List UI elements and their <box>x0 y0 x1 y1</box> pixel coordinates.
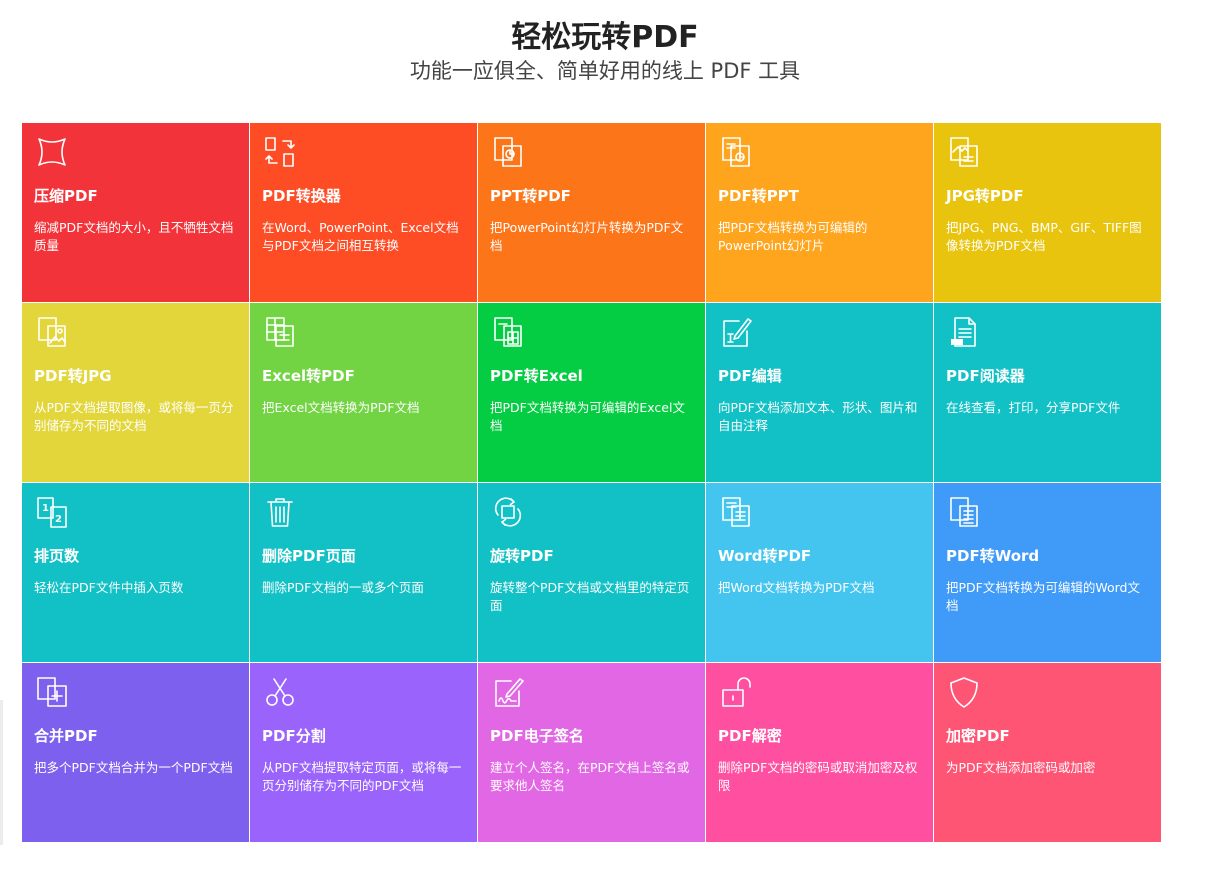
tool-card[interactable]: PDF分割从PDF文档提取特定页面，或将每一页分别储存为不同的PDF文档 <box>250 663 477 842</box>
pdf-image-icon <box>35 315 69 349</box>
tool-title: PDF分割 <box>262 727 326 745</box>
pdf-word-icon <box>947 495 981 529</box>
tool-title: 旋转PDF <box>490 547 554 565</box>
unlock-icon <box>719 675 753 709</box>
tool-card[interactable]: PDF阅读器在线查看，打印，分享PDF文件 <box>934 303 1161 482</box>
tool-description: 把PDF文档转换为可编辑的Word文档 <box>946 580 1140 613</box>
tool-description: 缩减PDF文档的大小，且不牺牲文档质量 <box>34 220 234 253</box>
tool-title: PDF解密 <box>718 727 782 745</box>
tool-title: 合并PDF <box>34 727 98 745</box>
tool-title: PDF转JPG <box>34 367 112 385</box>
tool-description: 把Word文档转换为PDF文档 <box>718 580 875 595</box>
compress-icon <box>35 135 69 169</box>
trash-icon <box>263 495 297 529</box>
tool-title: 加密PDF <box>946 727 1010 745</box>
tool-description: 从PDF文档提取特定页面，或将每一页分别储存为不同的PDF文档 <box>262 760 462 793</box>
ppt-icon <box>491 135 525 169</box>
page-title: 轻松玩转PDF <box>511 20 699 55</box>
tool-title: JPG转PDF <box>946 187 1024 205</box>
pdf-ppt-icon <box>719 135 753 169</box>
excel-icon <box>263 315 297 349</box>
tool-title: 删除PDF页面 <box>262 547 356 565</box>
tool-description: 删除PDF文档的一或多个页面 <box>262 580 424 595</box>
shield-icon <box>947 675 981 709</box>
tool-description: 在线查看，打印，分享PDF文件 <box>946 400 1121 415</box>
tool-grid: 压缩PDF 缩减PDF文档的大小，且不牺牲文档质量 PDF转换器在Word、Powe… <box>22 123 1161 842</box>
tool-description: 为PDF文档添加密码或加密 <box>946 760 1096 775</box>
merge-icon <box>35 675 69 709</box>
tool-description: 把PDF文档转换为可编辑的Excel文档 <box>490 400 685 433</box>
tool-title: Word转PDF <box>718 547 812 565</box>
tool-description: 建立个人签名，在PDF文档上签名或要求他人签名 <box>490 760 690 793</box>
tool-description: 轻松在PDF文件中插入页数 <box>34 580 184 595</box>
signature-icon <box>491 675 525 709</box>
word-icon <box>719 495 753 529</box>
tool-card[interactable]: PDF转JPG 从PDF文档提取图像，或将每一页分别储存为不同的文档 <box>22 303 249 482</box>
tool-description: 从PDF文档提取图像，或将每一页分别储存为不同的文档 <box>34 400 234 433</box>
tool-description: 把PowerPoint幻灯片转换为PDF文档 <box>490 220 684 253</box>
tool-card[interactable]: PDF转Excel 把PDF文档转换为可编辑的Excel文档 <box>478 303 705 482</box>
pdf-excel-icon <box>491 315 525 349</box>
svg-text:1: 1 <box>42 503 49 514</box>
tool-card[interactable]: PDF解密删除PDF文档的密码或取消加密及权限 <box>706 663 933 842</box>
reader-icon <box>947 315 981 349</box>
tool-card[interactable]: 加密PDF 为PDF文档添加密码或加密 <box>934 663 1161 842</box>
tool-title: 压缩PDF <box>34 187 98 205</box>
page-subtitle: 功能一应俱全、简单好用的线上 PDF 工具 <box>409 59 801 83</box>
tool-description: 删除PDF文档的密码或取消加密及权限 <box>718 760 918 793</box>
tool-title: PPT转PDF <box>490 187 571 205</box>
tool-description: 在Word、PowerPoint、Excel文档与PDF文档之间相互转换 <box>262 220 459 253</box>
tool-description: 把Excel文档转换为PDF文档 <box>262 400 420 415</box>
tool-description: 把多个PDF文档合并为一个PDF文档 <box>34 760 233 775</box>
edit-icon <box>719 315 753 349</box>
tool-title: PDF转Word <box>946 547 1040 565</box>
rotate-icon <box>491 495 525 529</box>
tool-card[interactable]: PDF电子签名建立个人签名，在PDF文档上签名或要求他人签名 <box>478 663 705 842</box>
tool-card[interactable]: 删除PDF页面删除PDF文档的一或多个页面 <box>250 483 477 662</box>
tool-title: PDF编辑 <box>718 367 782 385</box>
tool-card[interactable]: PDF转换器在Word、PowerPoint、Excel文档与PDF文档之间相互… <box>250 123 477 302</box>
tool-description: 旋转整个PDF文档或文档里的特定页面 <box>490 580 690 613</box>
page-header: 轻松玩转PDF 功能一应俱全、简单好用的线上 PDF 工具 <box>0 0 1210 84</box>
scroll-edge <box>0 700 3 845</box>
tool-card[interactable]: 1 2 排页数轻松在PDF文件中插入页数 <box>22 483 249 662</box>
tool-title: PDF转PPT <box>718 187 799 205</box>
convert-icon <box>263 135 297 169</box>
tool-title: 排页数 <box>34 547 80 565</box>
tool-description: 把JPG、PNG、BMP、GIF、TIFF图像转换为PDF文档 <box>946 220 1142 253</box>
page-number-icon: 12 <box>35 495 69 529</box>
tool-title: PDF转Excel <box>490 367 583 385</box>
tool-card[interactable]: JPG转PDF 把JPG、PNG、BMP、GIF、TIFF图像转换为PDF文档 <box>934 123 1161 302</box>
tool-card[interactable]: Word转PDF 把Word文档转换为PDF文档 <box>706 483 933 662</box>
tool-title: PDF转换器 <box>262 187 341 205</box>
tool-title: PDF阅读器 <box>946 367 1025 385</box>
svg-text:2: 2 <box>55 514 62 525</box>
tool-card[interactable]: PPT转PDF 把PowerPoint幻灯片转换为PDF文档 <box>478 123 705 302</box>
tool-card[interactable]: PDF编辑向PDF文档添加文本、形状、图片和自由注释 <box>706 303 933 482</box>
tool-card[interactable]: 旋转PDF 旋转整个PDF文档或文档里的特定页面 <box>478 483 705 662</box>
tool-description: 把PDF文档转换为可编辑的PowerPoint幻灯片 <box>718 220 868 253</box>
tool-title: PDF电子签名 <box>490 727 584 745</box>
scissors-icon <box>263 675 297 709</box>
tool-card[interactable]: PDF转Word 把PDF文档转换为可编辑的Word文档 <box>934 483 1161 662</box>
tool-card[interactable]: PDF转PPT 把PDF文档转换为可编辑的PowerPoint幻灯片 <box>706 123 933 302</box>
image-icon <box>947 135 981 169</box>
tool-title: Excel转PDF <box>262 367 355 385</box>
tool-card[interactable]: Excel转PDF 把Excel文档转换为PDF文档 <box>250 303 477 482</box>
tool-description: 向PDF文档添加文本、形状、图片和自由注释 <box>718 400 918 433</box>
tool-card[interactable]: 压缩PDF 缩减PDF文档的大小，且不牺牲文档质量 <box>22 123 249 302</box>
tool-card[interactable]: 合并PDF 把多个PDF文档合并为一个PDF文档 <box>22 663 249 842</box>
